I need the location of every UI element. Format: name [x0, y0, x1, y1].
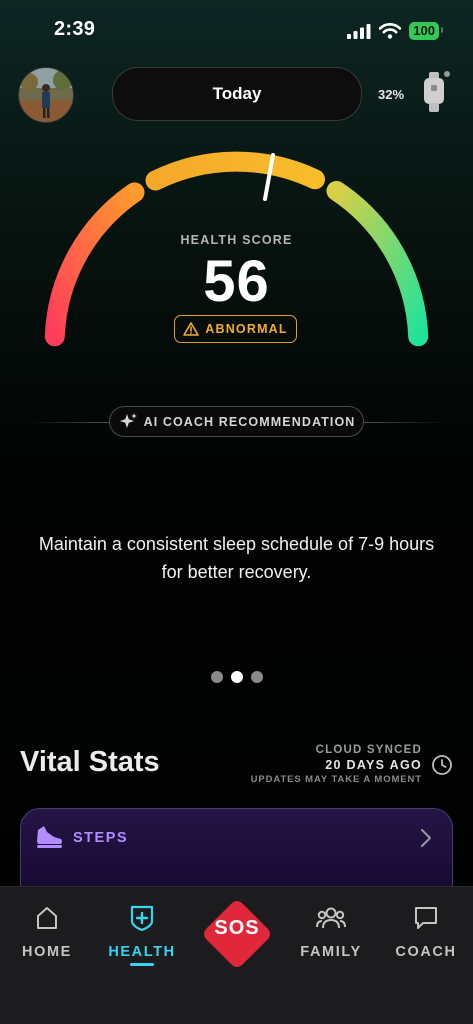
- divider: [28, 422, 113, 423]
- sparkle-icon: [119, 412, 137, 428]
- tab-coach[interactable]: COACH: [379, 904, 473, 960]
- home-icon: [37, 907, 57, 929]
- status-badge[interactable]: ABNORMAL: [174, 315, 297, 343]
- status-icons: 100: [347, 22, 443, 40]
- active-tab-indicator: [130, 963, 154, 966]
- avatar-photo: [19, 68, 73, 122]
- sneaker-icon: [37, 826, 62, 848]
- tab-home-label: HOME: [22, 944, 72, 960]
- section-title: Vital Stats: [20, 746, 160, 778]
- carousel-dot-active[interactable]: [230, 671, 243, 683]
- ai-coach-chip-label: AI COACH RECOMMENDATION: [143, 414, 356, 429]
- sync-time: 20 DAYS AGO: [325, 758, 422, 772]
- avatar[interactable]: [18, 67, 74, 123]
- ai-coach-chip[interactable]: AI COACH RECOMMENDATION: [109, 406, 364, 437]
- sos-label: SOS: [214, 917, 260, 939]
- sync-label: CLOUD SYNCED: [315, 744, 422, 756]
- status-time: 2:39: [54, 18, 96, 40]
- clock-icon[interactable]: [431, 754, 453, 776]
- sync-status: CLOUD SYNCED 20 DAYS AGO UPDATES MAY TAK…: [251, 744, 422, 785]
- tab-family[interactable]: FAMILY: [284, 904, 378, 960]
- wearable-device-icon[interactable]: [420, 70, 450, 116]
- tab-health-label: HEALTH: [108, 944, 176, 960]
- family-icon: [316, 907, 346, 929]
- battery-indicator: 100: [409, 22, 443, 40]
- device-battery: 32%: [378, 87, 405, 102]
- signal-icon: [347, 24, 371, 39]
- health-score-label: HEALTH SCORE: [180, 233, 293, 247]
- chevron-right-icon[interactable]: [418, 827, 434, 849]
- tab-coach-label: COACH: [395, 944, 457, 960]
- status-badge-label: ABNORMAL: [205, 322, 288, 336]
- chat-icon: [415, 907, 437, 929]
- tab-home[interactable]: HOME: [0, 904, 94, 960]
- divider: [360, 422, 445, 423]
- health-shield-icon: [130, 905, 154, 932]
- carousel-pagination[interactable]: [0, 671, 473, 683]
- tab-health[interactable]: HEALTH: [95, 904, 189, 960]
- tab-family-label: FAMILY: [300, 944, 362, 960]
- sync-note: UPDATES MAY TAKE A MOMENT: [250, 774, 422, 785]
- health-score-value: 56: [203, 249, 270, 314]
- carousel-dot[interactable]: [250, 671, 263, 683]
- gauge-arc-mid: [145, 151, 325, 191]
- coach-recommendation-text: Maintain a consistent sleep schedule of …: [38, 534, 435, 582]
- steps-label: STEPS: [73, 830, 129, 846]
- carousel-dot[interactable]: [210, 671, 223, 683]
- warning-icon: [183, 322, 200, 336]
- wifi-icon: [379, 23, 402, 39]
- date-selector[interactable]: Today: [112, 67, 362, 121]
